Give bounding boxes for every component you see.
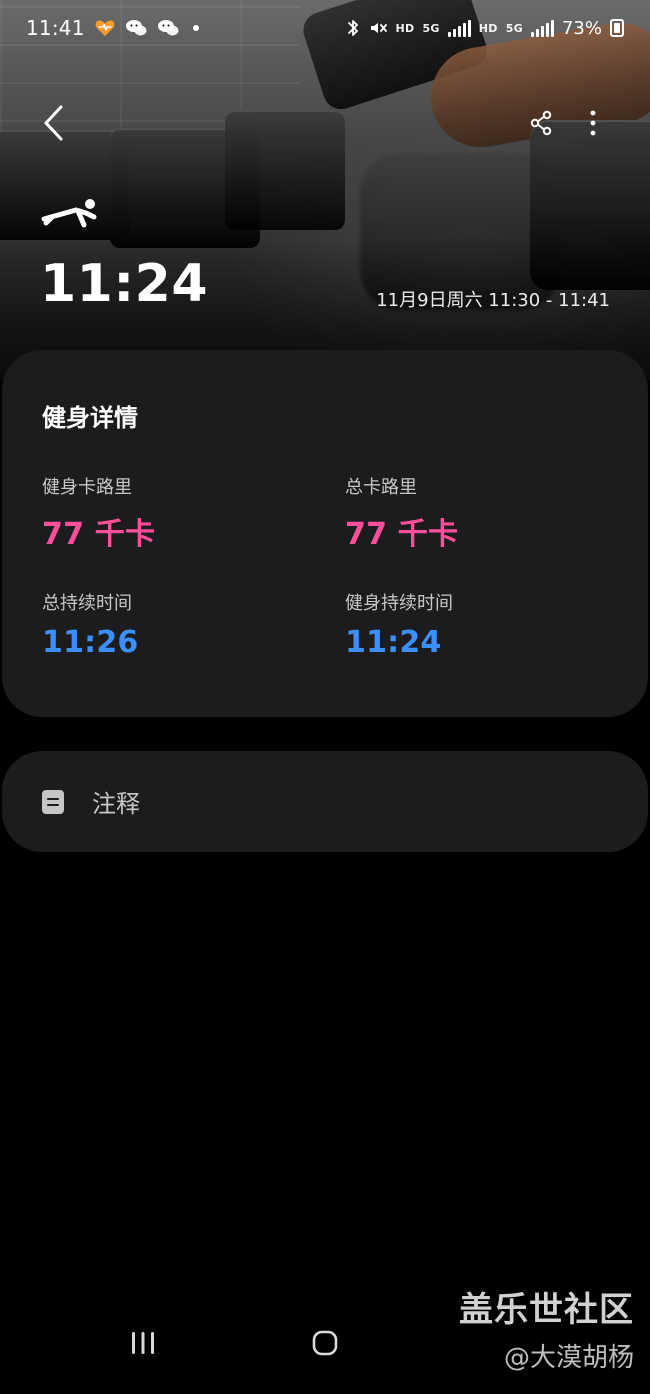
hd-label: HD — [395, 21, 415, 35]
notification-dot-icon — [192, 25, 199, 31]
chevron-left-icon — [41, 104, 65, 146]
battery-icon — [610, 19, 624, 37]
metric-total-duration: 总持续时间 11:26 — [42, 589, 305, 660]
back-button[interactable] — [30, 102, 76, 148]
recents-button[interactable] — [128, 1328, 158, 1358]
hero-image — [0, 0, 650, 380]
home-button[interactable] — [308, 1326, 342, 1360]
status-bar: 11:41 HD 5G HD 5G 73% — [0, 0, 650, 56]
signal-icon — [447, 19, 471, 37]
notes-label: 注释 — [92, 790, 140, 818]
metric-value: 77 千卡 — [345, 517, 459, 552]
metric-value: 77 千卡 — [42, 517, 156, 552]
signal-icon — [530, 19, 554, 37]
workout-date-range: 11月9日周六 11:30 - 11:41 — [376, 290, 610, 311]
metric-label: 健身持续时间 — [345, 593, 453, 614]
hd-label: HD — [478, 21, 498, 35]
watermark-user: @大漠胡杨 — [503, 1343, 634, 1373]
metric-total-calories: 总卡路里 77 千卡 — [345, 473, 608, 553]
exercise-icon — [40, 195, 104, 235]
top-app-bar — [0, 92, 650, 162]
workout-duration: 11:24 — [40, 254, 209, 314]
health-app-icon — [95, 19, 115, 37]
status-left: 11:41 — [26, 16, 199, 40]
details-title: 健身详情 — [42, 404, 138, 432]
watermark-title: 盖乐世社区 — [459, 1290, 634, 1330]
share-button[interactable] — [518, 102, 564, 148]
notes-row[interactable]: 注释 — [2, 751, 648, 852]
watermark: 盖乐世社区 @大漠胡杨 — [459, 1282, 634, 1374]
network-label: 5G — [422, 21, 440, 35]
metric-label: 总卡路里 — [345, 477, 417, 498]
home-icon — [308, 1330, 342, 1364]
mute-icon — [368, 19, 388, 37]
share-icon — [527, 109, 555, 141]
wechat-icon — [157, 19, 179, 37]
workout-details-card: 健身详情 健身卡路里 77 千卡 总卡路里 77 千卡 总持续时间 11:26 … — [2, 350, 648, 717]
battery-percent: 73% — [561, 17, 602, 39]
metric-label: 总持续时间 — [42, 593, 132, 614]
metric-value: 11:26 — [42, 625, 139, 660]
metric-label: 健身卡路里 — [42, 477, 132, 498]
recents-icon — [128, 1332, 158, 1362]
bluetooth-icon — [346, 19, 360, 37]
network-label: 5G — [505, 21, 523, 35]
note-icon — [42, 789, 64, 814]
more-button[interactable] — [570, 102, 616, 148]
status-right: HD 5G HD 5G 73% — [346, 18, 624, 39]
status-time: 11:41 — [26, 16, 85, 40]
details-grid: 健身卡路里 77 千卡 总卡路里 77 千卡 总持续时间 11:26 健身持续时… — [42, 473, 608, 660]
wechat-icon — [125, 19, 147, 37]
metric-exercise-calories: 健身卡路里 77 千卡 — [42, 473, 305, 553]
metric-value: 11:24 — [345, 625, 442, 660]
more-vertical-icon — [588, 108, 598, 142]
metric-exercise-duration: 健身持续时间 11:24 — [345, 589, 608, 660]
